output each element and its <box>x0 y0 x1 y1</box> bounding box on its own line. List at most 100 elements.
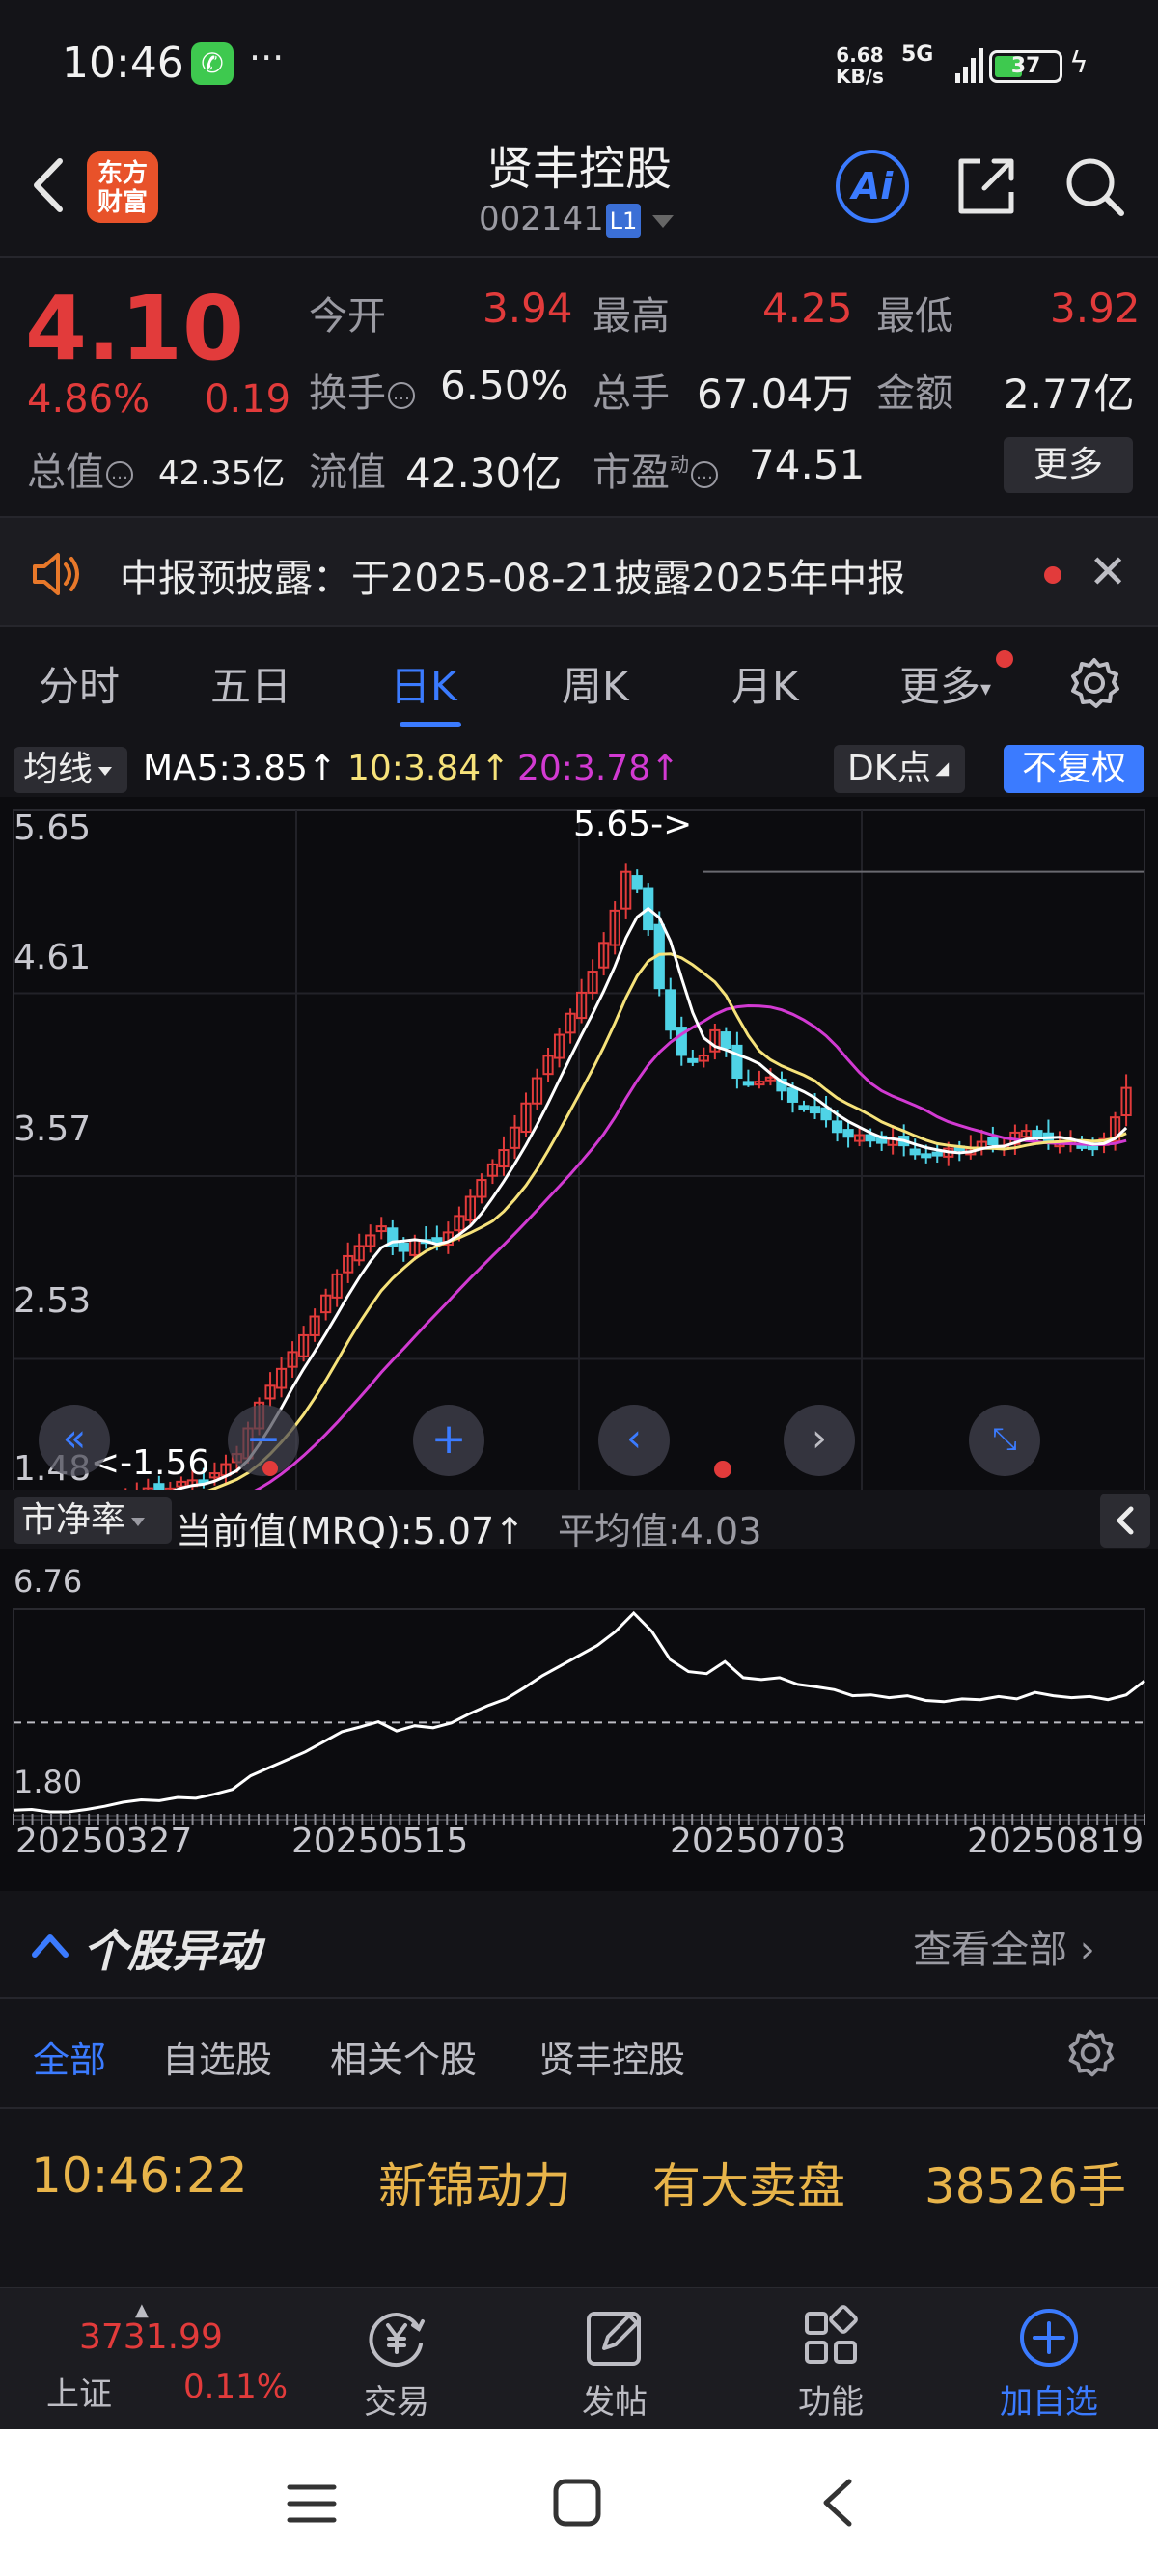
mover-quantity[interactable]: 38526手 <box>924 2148 1126 2217</box>
sub-indicator-dropdown-icon <box>131 1517 146 1526</box>
view-all-label: 查看全部 <box>913 1928 1067 1972</box>
high-label: 最高 <box>593 294 670 339</box>
candle-body <box>921 1153 932 1159</box>
indicator-dropdown-icon <box>98 766 113 776</box>
share-icon[interactable] <box>951 151 1021 221</box>
chart-settings-gear-icon[interactable] <box>1065 654 1123 712</box>
movers-title: 个股异动 <box>83 1925 261 1977</box>
filter-tab-this-stock[interactable]: 贤丰控股 <box>538 2030 685 2083</box>
mover-stock[interactable]: 新锦动力 <box>378 2148 571 2217</box>
menu-icon[interactable] <box>286 2480 338 2528</box>
status-bar: 10:46 ✆ ··· 6.68 KB/s 5G 37 ϟ <box>0 0 1158 130</box>
move-right-button[interactable]: › <box>784 1405 855 1476</box>
sub-grid <box>13 1608 1145 1817</box>
low-label: 最低 <box>876 294 953 339</box>
mktcap-info-icon[interactable]: … <box>106 461 133 488</box>
pb-current: 当前值(MRQ):5.07↑ <box>176 1501 525 1554</box>
chevron-left-icon <box>1117 1506 1134 1535</box>
nav-add-watchlist[interactable]: 加自选 <box>986 2304 1112 2427</box>
dk-point-button[interactable]: DK点 ◢ <box>834 745 965 793</box>
ma20-readout: 20:3.78↑ <box>517 749 679 788</box>
zoom-out-fast-button[interactable]: « <box>39 1405 110 1476</box>
mktcap-label[interactable]: 总值… <box>27 441 133 497</box>
sub-y-tick-label: 6.76 <box>14 1563 83 1600</box>
filter-tab-all[interactable]: 全部 <box>33 2030 106 2083</box>
high-annotation: 5.65-> <box>573 805 693 844</box>
candle-body <box>687 1057 699 1063</box>
mktcap-label-text: 总值 <box>27 451 104 495</box>
grid-apps-icon <box>805 2305 858 2364</box>
fullscreen-button[interactable]: ⤡ <box>969 1405 1040 1476</box>
tab-five-day[interactable]: 五日 <box>210 654 291 713</box>
candle-body <box>1032 1130 1043 1139</box>
adjust-mode-button[interactable]: 不复权 <box>1004 745 1144 793</box>
network-speed-value: 6.68 <box>836 43 884 67</box>
tab-daily-k[interactable]: 日K <box>390 654 457 713</box>
add-circle-icon <box>1020 2309 1078 2367</box>
filter-tab-related[interactable]: 相关个股 <box>330 2030 477 2083</box>
plus-icon: + <box>430 1414 467 1464</box>
tab-weekly-k[interactable]: 周K <box>562 654 629 713</box>
chart-area[interactable]: 均线 MA5:3.85↑ 10:3.84↑ 20:3.78↑ DK点 ◢ 不复权 … <box>0 735 1158 1891</box>
kline-chart[interactable] <box>0 797 1158 1891</box>
move-left-button[interactable]: ‹ <box>598 1405 670 1476</box>
network-speed-unit: KB/s <box>836 65 884 88</box>
indicator-select-button[interactable]: 均线 <box>14 747 127 793</box>
search-icon[interactable] <box>1060 151 1129 221</box>
stock-header: 东方 财富 贤丰控股 002141 L1 Ai <box>0 130 1158 256</box>
minus-icon: − <box>245 1414 282 1464</box>
pe-label[interactable]: 市盈动… <box>593 441 718 497</box>
mover-time[interactable]: 10:46:22 <box>31 2148 248 2204</box>
mover-event[interactable]: 有大卖盘 <box>652 2148 845 2217</box>
nav-post[interactable]: 发帖 <box>552 2304 677 2427</box>
sub-y-tick-label: 1.80 <box>14 1764 83 1800</box>
mktcap-value: 42.35亿 <box>158 454 286 493</box>
candle-body <box>987 1137 999 1146</box>
chevron-left-icon: ‹ <box>626 1416 642 1461</box>
pe-value: 74.51 <box>749 441 866 488</box>
last-price: 4.10 <box>25 277 244 380</box>
system-navigation-bar <box>0 2429 1158 2576</box>
tab-more[interactable]: 更多▾ <box>899 654 991 713</box>
tab-more-dot <box>996 650 1013 668</box>
ai-assistant-button[interactable]: Ai <box>836 150 909 223</box>
notice-banner[interactable]: 中报预披露：于2025-08-21披露2025年中报 ✕ <box>0 516 1158 627</box>
chevron-right-icon: › <box>1079 1928 1095 1972</box>
collapse-button[interactable] <box>1100 1494 1150 1548</box>
chevron-up-icon[interactable] <box>29 1926 71 1964</box>
close-icon[interactable]: ✕ <box>1089 545 1127 599</box>
change-percent: 4.86% <box>27 377 151 422</box>
candle-body <box>742 1081 755 1086</box>
candle-body <box>665 989 676 1031</box>
pe-label-text: 市盈 <box>593 451 670 495</box>
x-tick-label: 20250327 <box>15 1822 193 1861</box>
more-quote-button[interactable]: 更多 <box>1004 437 1133 493</box>
y-tick-label: 5.65 <box>14 808 92 848</box>
filter-tab-watchlist[interactable]: 自选股 <box>162 2030 272 2083</box>
ma5-readout: MA5:3.85↑ <box>143 749 337 788</box>
zoom-in-button[interactable]: + <box>413 1405 484 1476</box>
view-all-link[interactable]: 查看全部 › <box>913 1918 1095 1974</box>
amount-value: 2.77亿 <box>1004 370 1135 418</box>
x-tick-label: 20250819 <box>967 1822 1144 1861</box>
candle-body <box>786 1087 799 1103</box>
tab-intraday[interactable]: 分时 <box>39 654 120 713</box>
change-amount: 0.19 <box>205 377 291 422</box>
sub-indicator-button[interactable]: 市净率 <box>14 1497 172 1544</box>
movers-settings-gear-icon[interactable] <box>1063 2026 1117 2080</box>
divider <box>0 1997 1158 1999</box>
speaker-icon <box>33 553 79 595</box>
candle-body <box>865 1134 876 1142</box>
stock-switch-dropdown-icon[interactable] <box>652 215 674 228</box>
nav-functions[interactable]: 功能 <box>768 2304 894 2427</box>
back-icon[interactable] <box>816 2476 859 2530</box>
ma20-text: 20:3.78 <box>517 749 651 788</box>
tab-monthly-k[interactable]: 月K <box>731 654 799 713</box>
nav-trade[interactable]: 交易 <box>334 2304 459 2427</box>
pe-info-icon[interactable]: … <box>691 461 718 488</box>
open-value: 3.94 <box>482 285 573 332</box>
volume-value: 67.04万 <box>697 370 854 418</box>
home-icon[interactable] <box>552 2478 602 2528</box>
turnover-label[interactable]: 换手… <box>309 362 415 418</box>
turnover-info-icon[interactable]: … <box>388 382 415 409</box>
